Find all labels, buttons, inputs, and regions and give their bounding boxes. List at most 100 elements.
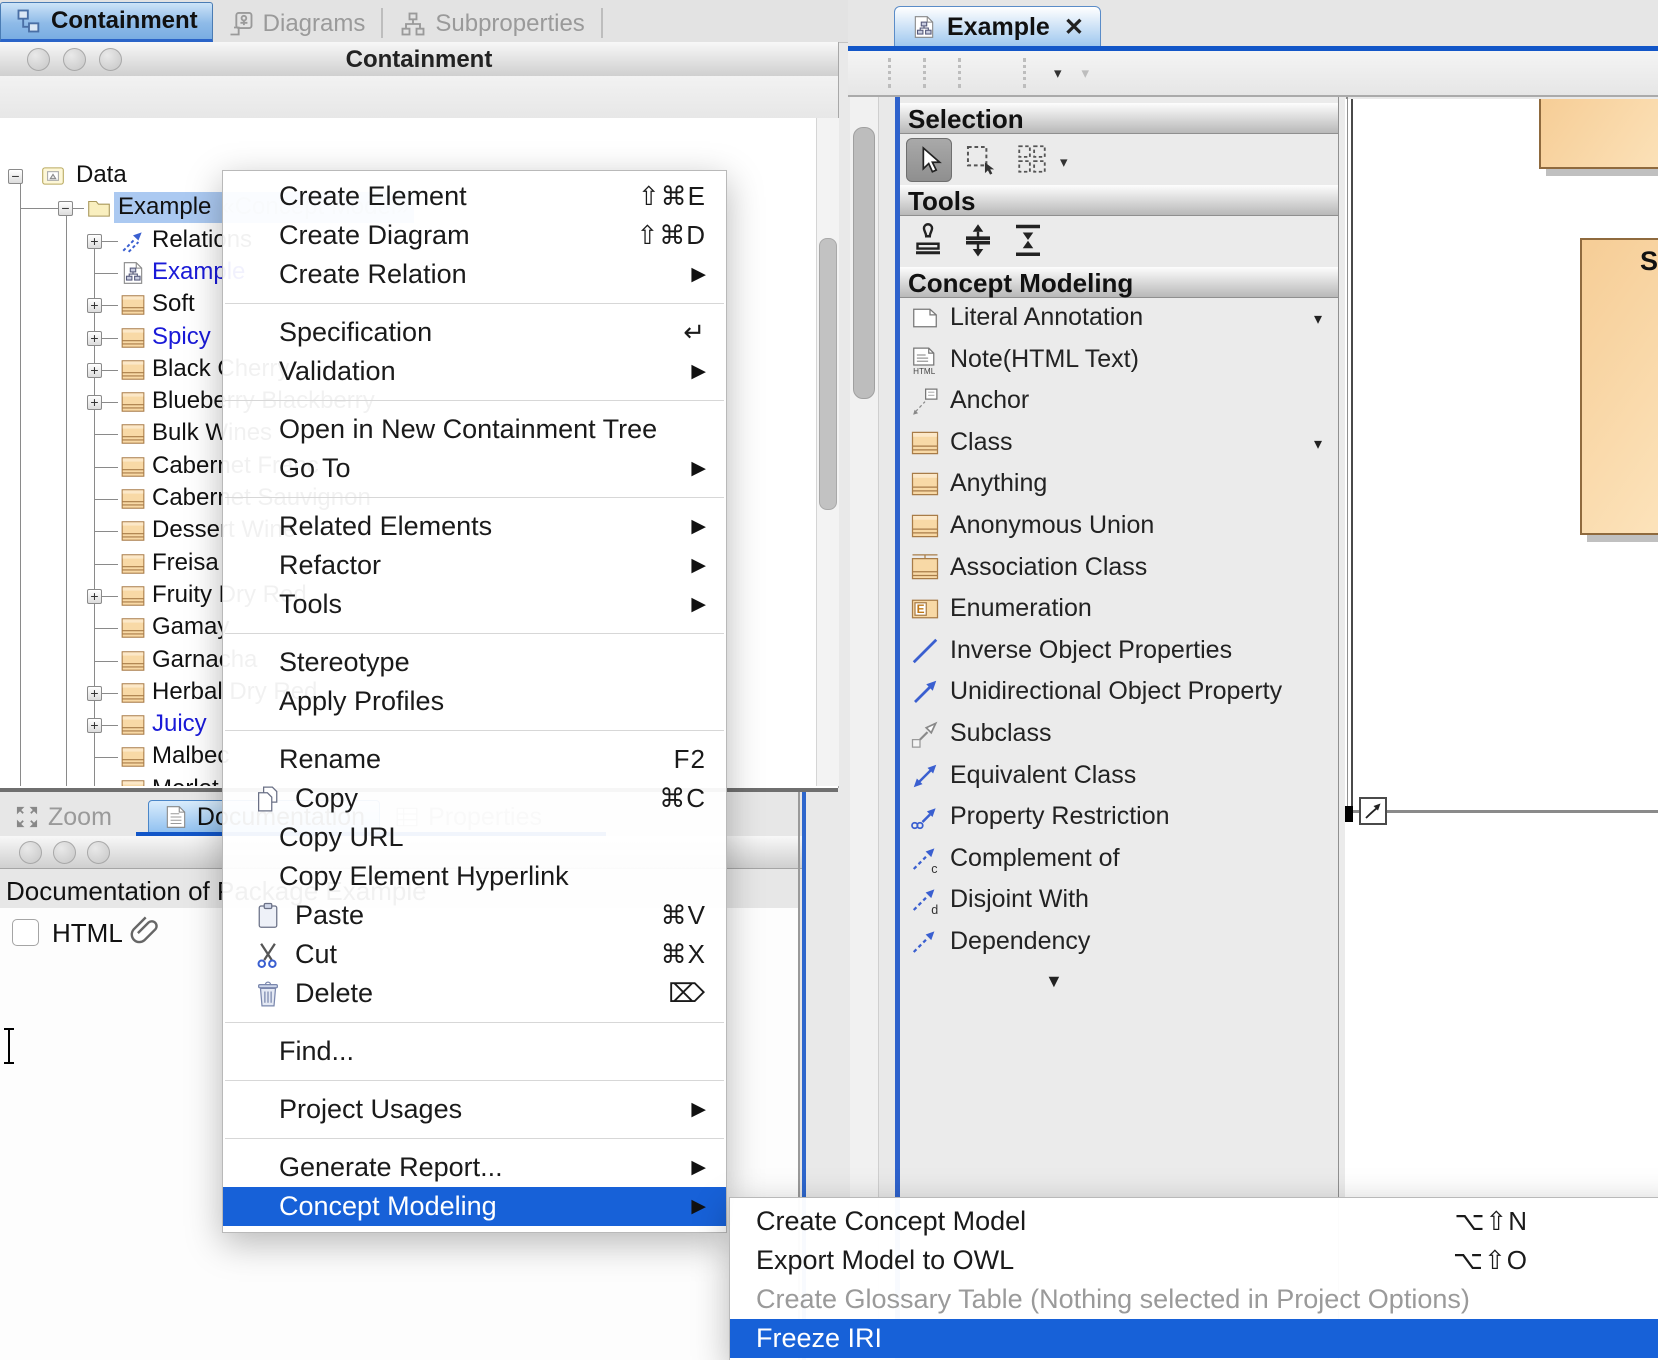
close-icon[interactable]: ✕ bbox=[1064, 13, 1084, 42]
menu-item-create-diagram[interactable]: Create Diagram⇧⌘D bbox=[223, 216, 726, 255]
palette-tool-vertical-compress-icon[interactable] bbox=[1006, 219, 1052, 263]
diagram-canvas[interactable]: S bbox=[1345, 99, 1658, 1360]
menu-item-specification[interactable]: Specification↵ bbox=[223, 313, 726, 352]
menu-item-delete[interactable]: Delete⌦ bbox=[223, 974, 726, 1013]
tree-expand-toggle[interactable]: + bbox=[87, 298, 102, 313]
palette-item-inverse-object-properties[interactable]: Inverse Object Properties bbox=[900, 630, 1338, 672]
html-checkbox[interactable] bbox=[12, 919, 39, 946]
palette-item-subclass[interactable]: Subclass bbox=[900, 713, 1338, 755]
palette-item-association-class[interactable]: Association Class bbox=[900, 547, 1338, 589]
tree-item-malbec[interactable]: Malbec bbox=[152, 742, 229, 770]
menu-item-stereotype[interactable]: Stereotype bbox=[223, 643, 726, 682]
dropdown-caret[interactable]: ▾ bbox=[1060, 153, 1068, 171]
palette-item-anything[interactable]: Anything bbox=[900, 463, 1338, 505]
dropdown-caret[interactable]: ▾ bbox=[1054, 64, 1062, 82]
menu-item-go-to[interactable]: Go To▶ bbox=[223, 449, 726, 488]
palette-section-concept-modeling[interactable]: Concept Modeling bbox=[900, 267, 1338, 298]
menu-item-paste[interactable]: Paste⌘V bbox=[223, 896, 726, 935]
class-shape[interactable] bbox=[1539, 99, 1658, 169]
tree-item-gamay[interactable]: Gamay bbox=[152, 613, 229, 641]
menu-item-label: Create Diagram bbox=[279, 220, 470, 251]
tree-collapse-toggle[interactable]: − bbox=[8, 169, 23, 184]
menu-item-concept-modeling[interactable]: Concept Modeling▶ bbox=[223, 1187, 726, 1226]
tree-expand-toggle[interactable]: + bbox=[87, 331, 102, 346]
menu-item-copy-element-hyperlink[interactable]: Copy Element Hyperlink bbox=[223, 857, 726, 896]
menu-item-cut[interactable]: Cut⌘X bbox=[223, 935, 726, 974]
palette-tool-cursor-tool-icon[interactable] bbox=[906, 138, 952, 182]
tree-expand-toggle[interactable]: + bbox=[87, 363, 102, 378]
window-close-dot[interactable] bbox=[19, 841, 42, 864]
containment-scrollbar[interactable] bbox=[816, 118, 839, 786]
palette-item-unidirectional-object-property[interactable]: Unidirectional Object Property bbox=[900, 671, 1338, 713]
menu-item-rename[interactable]: RenameF2 bbox=[223, 740, 726, 779]
menu-item-generate-report-[interactable]: Generate Report...▶ bbox=[223, 1148, 726, 1187]
menu-item-related-elements[interactable]: Related Elements▶ bbox=[223, 507, 726, 546]
palette-scrollbar[interactable] bbox=[850, 97, 879, 1360]
cut-icon bbox=[253, 940, 283, 970]
palette-item-enumeration[interactable]: EEnumeration bbox=[900, 588, 1338, 630]
attachment-paperclip-icon[interactable] bbox=[128, 914, 162, 948]
submenu-item-freeze-iri[interactable]: Freeze IRI bbox=[730, 1319, 1658, 1358]
chevron-down-icon[interactable]: ▾ bbox=[1314, 309, 1322, 329]
menu-item-find-[interactable]: Find... bbox=[223, 1032, 726, 1071]
paste-icon bbox=[253, 901, 283, 931]
menu-separator bbox=[225, 1022, 724, 1023]
palette-item-equivalent-class[interactable]: Equivalent Class bbox=[900, 755, 1338, 797]
menu-item-open-in-new-containment-tree[interactable]: Open in New Containment Tree bbox=[223, 410, 726, 449]
palette-item-complement-of[interactable]: cComplement of bbox=[900, 838, 1338, 880]
palette-tool-stamp-tool-icon[interactable] bbox=[906, 219, 952, 263]
window-minimize-dot[interactable] bbox=[53, 841, 76, 864]
palette-tool-vertical-distribute-icon[interactable] bbox=[956, 219, 1002, 263]
chevron-down-icon[interactable]: ▾ bbox=[1314, 434, 1322, 454]
class-shape[interactable]: S bbox=[1580, 238, 1658, 535]
tree-expand-toggle[interactable]: + bbox=[87, 686, 102, 701]
palette-item-property-restriction[interactable]: Property Restriction bbox=[900, 796, 1338, 838]
window-zoom-dot[interactable] bbox=[87, 841, 110, 864]
palette-item-disjoint-with[interactable]: dDisjoint With bbox=[900, 879, 1338, 921]
tab-diagrams[interactable]: Diagrams bbox=[213, 6, 380, 42]
palette-item-dependency[interactable]: Dependency bbox=[900, 921, 1338, 963]
scrollbar-thumb[interactable] bbox=[819, 238, 837, 510]
smart-link-icon[interactable] bbox=[1359, 797, 1387, 825]
tab-containment[interactable]: Containment bbox=[0, 2, 213, 42]
menu-item-refactor[interactable]: Refactor▶ bbox=[223, 546, 726, 585]
tree-collapse-toggle[interactable]: − bbox=[58, 201, 73, 216]
palette-tool-multi-select-tool-icon[interactable] bbox=[1010, 138, 1056, 182]
menu-item-validation[interactable]: Validation▶ bbox=[223, 352, 726, 391]
tree-item-data[interactable]: Data bbox=[76, 161, 127, 189]
scrollbar-thumb[interactable] bbox=[853, 127, 875, 399]
palette-section-selection[interactable]: Selection bbox=[900, 103, 1338, 134]
diagram-tab-example[interactable]: Example ✕ bbox=[894, 6, 1101, 48]
tree-expand-toggle[interactable]: + bbox=[87, 234, 102, 249]
tree-item-freisa[interactable]: Freisa bbox=[152, 549, 219, 577]
tree-item-merlot[interactable]: Merlot bbox=[152, 775, 219, 786]
menu-item-copy[interactable]: Copy⌘C bbox=[223, 779, 726, 818]
tree-expand-toggle[interactable]: + bbox=[87, 718, 102, 733]
menu-item-project-usages[interactable]: Project Usages▶ bbox=[223, 1090, 726, 1129]
palette-tool-marquee-tool-icon[interactable] bbox=[958, 138, 1004, 182]
palette-item-anchor[interactable]: Anchor bbox=[900, 380, 1338, 422]
palette-more-button[interactable]: ▼ bbox=[1045, 971, 1063, 992]
menu-item-tools[interactable]: Tools▶ bbox=[223, 585, 726, 624]
tab-zoom[interactable]: Zoom bbox=[0, 800, 126, 834]
palette-item-anonymous-union[interactable]: Anonymous Union bbox=[900, 505, 1338, 547]
palette-item-note-html-text-[interactable]: HTMLNote(HTML Text) bbox=[900, 339, 1338, 381]
tree-item-spicy[interactable]: Spicy bbox=[152, 323, 211, 351]
tree-expand-toggle[interactable]: + bbox=[87, 589, 102, 604]
palette-item-literal-annotation[interactable]: Literal Annotation▾ bbox=[900, 297, 1338, 339]
submenu-item-create-concept-model[interactable]: Create Concept Model⌥⇧N bbox=[730, 1202, 1658, 1241]
tab-subproperties[interactable]: Subproperties bbox=[385, 6, 598, 42]
submenu-item-create-glossary-table-nothing-selected-in-project-options-[interactable]: Create Glossary Table (Nothing selected … bbox=[730, 1280, 1658, 1319]
menu-item-apply-profiles[interactable]: Apply Profiles bbox=[223, 682, 726, 721]
tree-expand-toggle[interactable]: + bbox=[87, 395, 102, 410]
palette-section-tools[interactable]: Tools bbox=[900, 185, 1338, 216]
selection-handle[interactable] bbox=[1345, 806, 1353, 822]
menu-item-copy-url[interactable]: Copy URL bbox=[223, 818, 726, 857]
palette-item-class[interactable]: Class▾ bbox=[900, 422, 1338, 464]
restriction-icon bbox=[910, 802, 940, 832]
menu-item-create-element[interactable]: Create Element⇧⌘E bbox=[223, 177, 726, 216]
tree-item-juicy[interactable]: Juicy bbox=[152, 710, 207, 738]
menu-item-create-relation[interactable]: Create Relation▶ bbox=[223, 255, 726, 294]
tree-item-soft[interactable]: Soft bbox=[152, 290, 195, 318]
submenu-item-export-model-to-owl[interactable]: Export Model to OWL⌥⇧O bbox=[730, 1241, 1658, 1280]
